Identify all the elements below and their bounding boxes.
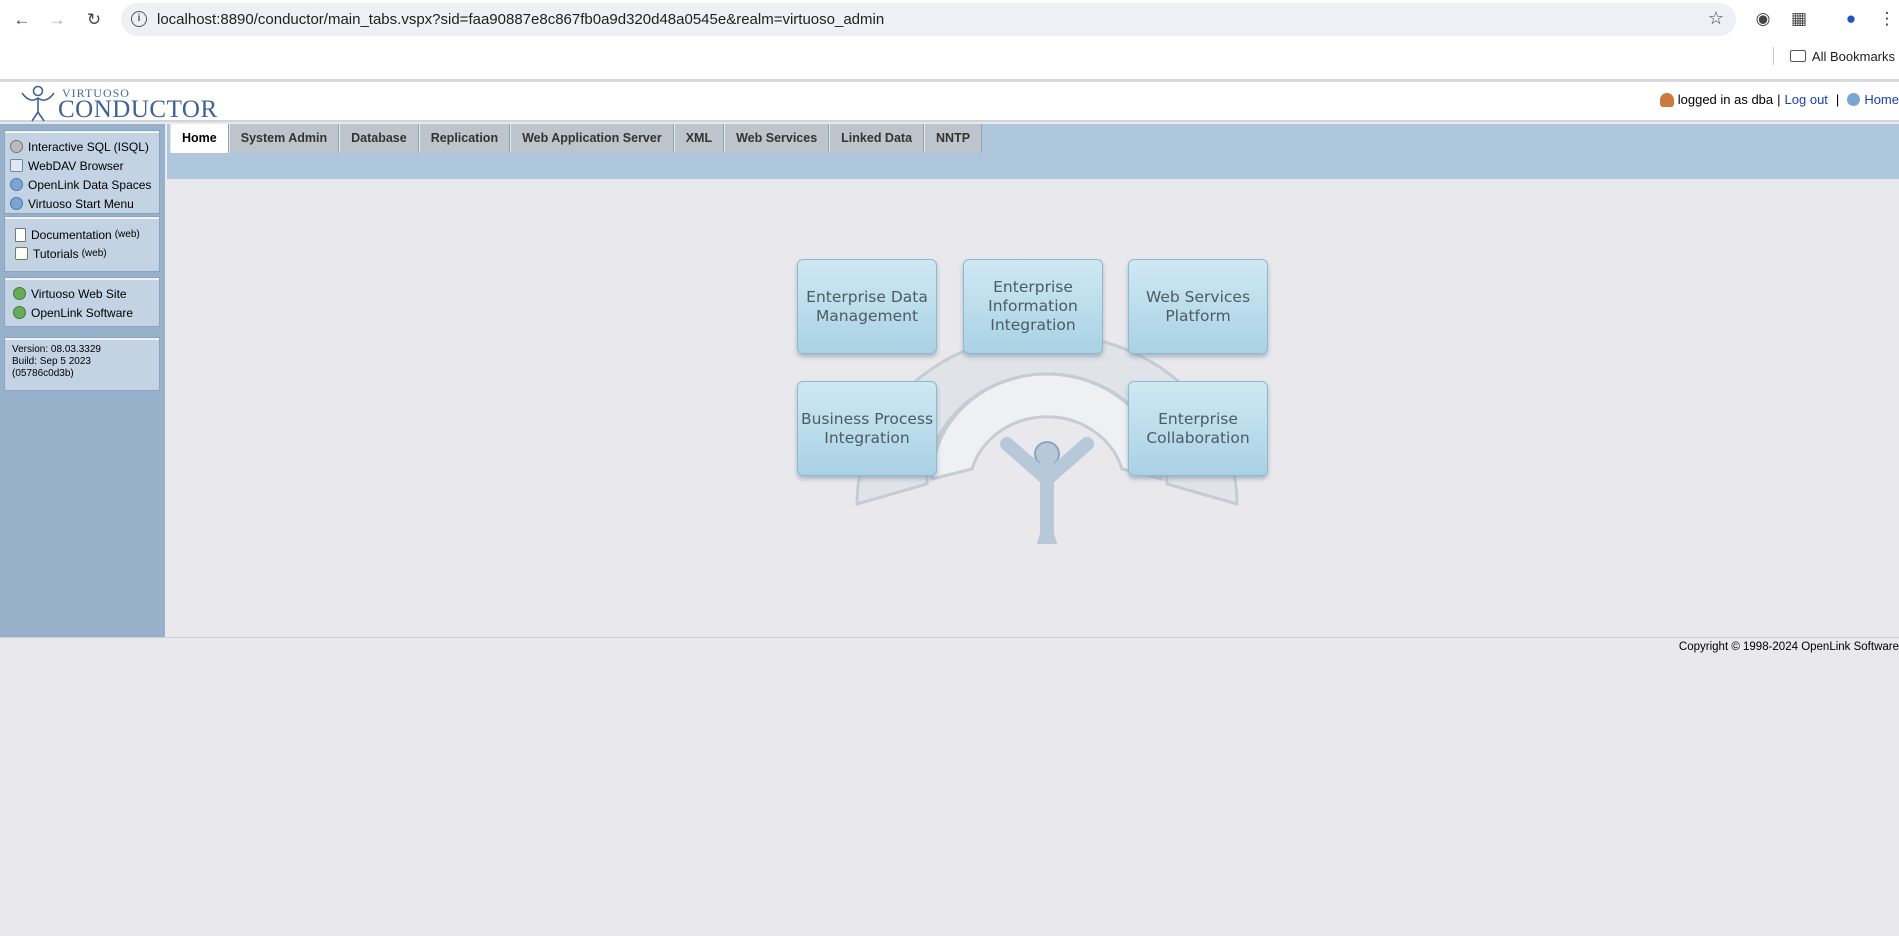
forward-icon[interactable]: → <box>45 8 69 32</box>
tab-system-admin[interactable]: System Admin <box>228 124 340 153</box>
separator: | <box>1835 92 1840 107</box>
address-bar[interactable]: i localhost:8890/conductor/main_tabs.vsp… <box>121 3 1736 36</box>
globe-icon <box>13 306 26 319</box>
app-header: VIRTUOSO CONDUCTOR logged in as dba | Lo… <box>0 80 1899 123</box>
sidebar-item-label: OpenLink Data Spaces <box>28 177 152 192</box>
sidebar-item-label: Virtuoso Start Menu <box>28 196 134 211</box>
logout-link[interactable]: Log out <box>1785 92 1828 107</box>
sidebar-item-label: Virtuoso Web Site <box>31 286 127 301</box>
bookmarks-bar: All Bookmarks <box>1772 46 1899 66</box>
document-icon <box>15 227 26 242</box>
bookmarks-divider <box>1772 47 1774 65</box>
tab-web-application-server[interactable]: Web Application Server <box>510 124 674 153</box>
tab-web-services[interactable]: Web Services <box>724 124 830 153</box>
globe-icon <box>10 178 23 191</box>
folder-icon <box>1789 50 1806 62</box>
sidebar-item-label: Interactive SQL (ISQL) <box>28 139 149 154</box>
extension-icon[interactable]: ◉ <box>1752 8 1774 30</box>
web-suffix: (web) <box>114 229 140 240</box>
user-icon <box>1659 92 1674 107</box>
menu-icon[interactable]: ⋮ <box>1876 8 1898 30</box>
sidebar-item-webdav[interactable]: WebDAV Browser <box>5 156 159 175</box>
sidebar-version-box: Version: 08.03.3329 Build: Sep 5 2023 (0… <box>4 337 160 391</box>
globe-icon <box>13 287 26 300</box>
sidebar-tools-box: Interactive SQL (ISQL) WebDAV Browser Op… <box>4 130 160 214</box>
tab-nntp[interactable]: NNTP <box>924 124 983 153</box>
feature-enterprise-data-management: Enterprise Data Management <box>797 259 937 354</box>
sidebar-item-label: OpenLink Software <box>31 305 134 320</box>
back-icon[interactable]: ← <box>10 8 34 32</box>
logo-main-text: CONDUCTOR <box>58 96 218 123</box>
bookmark-star-icon[interactable]: ☆ <box>1708 8 1724 29</box>
web-suffix: (web) <box>81 248 107 259</box>
feature-web-services-platform: Web Services Platform <box>1128 259 1268 354</box>
sidebar-item-isql[interactable]: Interactive SQL (ISQL) <box>5 137 159 156</box>
reload-icon[interactable]: ↻ <box>82 8 106 32</box>
all-bookmarks-button[interactable]: All Bookmarks <box>1812 49 1895 64</box>
site-info-icon[interactable]: i <box>131 11 147 27</box>
logo-figure-icon <box>21 85 55 122</box>
user-area: logged in as dba | Log out | Home <box>1659 92 1899 107</box>
tutorial-icon <box>15 247 28 260</box>
tab-linked-data[interactable]: Linked Data <box>829 124 925 153</box>
tab-xml[interactable]: XML <box>673 124 725 153</box>
tab-replication[interactable]: Replication <box>418 124 511 153</box>
feature-business-process-integration: Business Process Integration <box>797 381 937 476</box>
gear-icon <box>10 140 23 153</box>
sidebar-item-data-spaces[interactable]: OpenLink Data Spaces <box>5 175 159 194</box>
build-text: Build: Sep 5 2023 <box>12 356 91 367</box>
conductor-logo[interactable]: VIRTUOSO CONDUCTOR <box>14 84 217 123</box>
footer-divider <box>0 637 1899 638</box>
home-link[interactable]: Home <box>1864 92 1899 107</box>
sidebar-item-start-menu[interactable]: Virtuoso Start Menu <box>5 194 159 213</box>
build-hash-text: (05786c0d3b) <box>12 368 74 379</box>
folder-icon <box>10 159 23 172</box>
browser-chrome: ← → ↻ i localhost:8890/conductor/main_ta… <box>0 0 1899 80</box>
home-icon[interactable] <box>1847 93 1861 106</box>
tab-database[interactable]: Database <box>339 124 419 153</box>
sidebar-item-documentation[interactable]: Documentation (web) <box>5 225 159 244</box>
puzzle-icon[interactable]: ▦ <box>1788 8 1810 30</box>
sidebar-item-label: WebDAV Browser <box>28 158 124 173</box>
profile-icon[interactable]: ● <box>1840 8 1862 30</box>
url-text: localhost:8890/conductor/main_tabs.vspx?… <box>157 11 885 28</box>
sidebar: Interactive SQL (ISQL) WebDAV Browser Op… <box>0 124 165 637</box>
sidebar-docs-box: Documentation (web) Tutorials (web) <box>4 216 160 272</box>
sidebar-item-label: Tutorials <box>33 246 79 261</box>
globe-icon <box>10 197 23 210</box>
feature-enterprise-information-integration: Enterprise Information Integration <box>963 259 1103 354</box>
sidebar-item-label: Documentation <box>31 227 112 242</box>
feature-enterprise-collaboration: Enterprise Collaboration <box>1128 381 1268 476</box>
tab-home[interactable]: Home <box>170 124 229 153</box>
sidebar-item-openlink-software[interactable]: OpenLink Software <box>5 303 159 322</box>
copyright-text: Copyright © 1998-2024 OpenLink Software <box>1678 641 1899 653</box>
version-text: Version: 08.03.3329 <box>12 344 101 355</box>
tabs: Home System Admin Database Replication W… <box>170 124 983 153</box>
sidebar-item-virtuoso-site[interactable]: Virtuoso Web Site <box>5 284 159 303</box>
virtuoso-feature-diagram: Enterprise Data Management Enterprise In… <box>797 259 1297 599</box>
main-content: Enterprise Data Management Enterprise In… <box>167 179 1899 637</box>
sidebar-sites-box: Virtuoso Web Site OpenLink Software <box>4 277 160 327</box>
main-tab-bar: Home System Admin Database Replication W… <box>167 124 1899 179</box>
logged-in-text: logged in as dba <box>1677 92 1774 107</box>
sidebar-item-tutorials[interactable]: Tutorials (web) <box>5 244 159 263</box>
separator: | <box>1777 92 1781 107</box>
